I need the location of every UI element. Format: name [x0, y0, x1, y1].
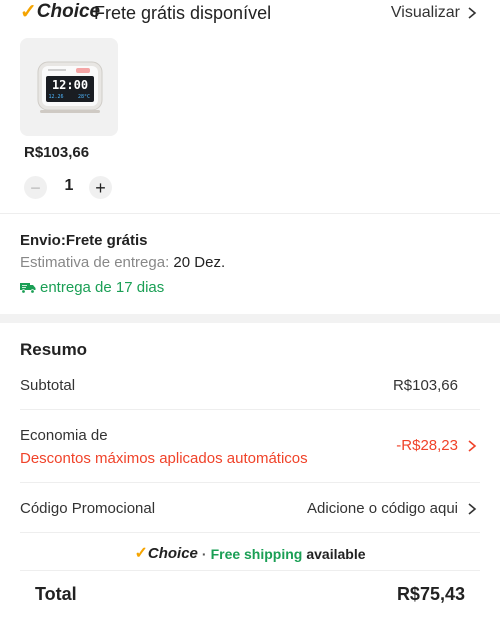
subtotal-value: R$103,66 — [392, 377, 458, 394]
divider — [20, 570, 480, 571]
chevron-right-icon — [468, 7, 477, 19]
decrease-quantity-button[interactable]: − — [24, 176, 47, 199]
delivery-days: entrega de 17 dias — [20, 279, 164, 296]
divider — [20, 482, 480, 483]
savings-value: -R$28,23 — [396, 437, 458, 454]
choice-brand-text: Choice — [147, 545, 198, 562]
truck-icon — [20, 283, 36, 294]
quantity-stepper: − 1 + — [24, 176, 114, 200]
estimate-date: 20 Dez. — [173, 254, 226, 271]
available-text: available — [306, 546, 366, 562]
choice-header: ✓ Choice Frete grátis disponível Visuali… — [0, 0, 500, 26]
promo-code-label: Código Promocional — [20, 500, 156, 517]
summary-title: Resumo — [20, 340, 88, 359]
view-button[interactable]: Visualizar — [391, 2, 478, 24]
svg-text:12.26: 12.26 — [48, 94, 63, 100]
product-image[interactable]: 12:00 12.26 28°C — [20, 38, 118, 136]
view-label: Visualizar — [390, 4, 460, 21]
delivery-estimate: Estimativa de entrega: 20 Dez. — [20, 254, 225, 271]
delivery-days-text: entrega de 17 dias — [40, 279, 165, 296]
separator: · — [201, 546, 207, 562]
check-icon: ✓ — [20, 1, 37, 23]
estimate-label: Estimativa de entrega: — [20, 254, 170, 271]
chevron-right-icon — [468, 502, 477, 515]
divider — [0, 213, 500, 214]
divider — [20, 532, 480, 533]
alarm-clock-image: 12:00 12.26 28°C — [20, 38, 118, 136]
check-icon: ✓ — [134, 545, 148, 562]
shipping-title: Envio:Frete grátis — [20, 232, 148, 249]
svg-text:28°C: 28°C — [78, 94, 90, 100]
subtotal-label: Subtotal — [20, 377, 76, 394]
increase-quantity-button[interactable]: + — [89, 176, 112, 199]
choice-brand-text: Choice — [36, 1, 101, 22]
free-shipping-text: Free shipping — [210, 546, 303, 562]
section-divider — [0, 314, 500, 323]
choice-logo: ✓ Choice — [20, 1, 100, 23]
promo-code-placeholder: Adicione o código aqui — [307, 500, 458, 517]
free-shipping-banner: ✓ Choice · Free shipping available — [0, 544, 500, 564]
savings-description: Descontos máximos aplicados automáticos — [20, 450, 308, 467]
add-promo-code-button[interactable]: Adicione o código aqui — [307, 500, 478, 517]
divider — [20, 409, 480, 410]
savings-button[interactable]: -R$28,23 — [396, 437, 478, 454]
chevron-right-icon — [468, 439, 477, 452]
free-shipping-title: Frete grátis disponível — [94, 3, 272, 23]
total-value: R$75,43 — [396, 584, 465, 604]
svg-text:12:00: 12:00 — [52, 78, 88, 92]
savings-label: Economia de — [20, 427, 108, 444]
quantity-value: 1 — [64, 177, 74, 194]
product-price: R$103,66 — [24, 144, 90, 161]
total-label: Total — [35, 584, 77, 604]
